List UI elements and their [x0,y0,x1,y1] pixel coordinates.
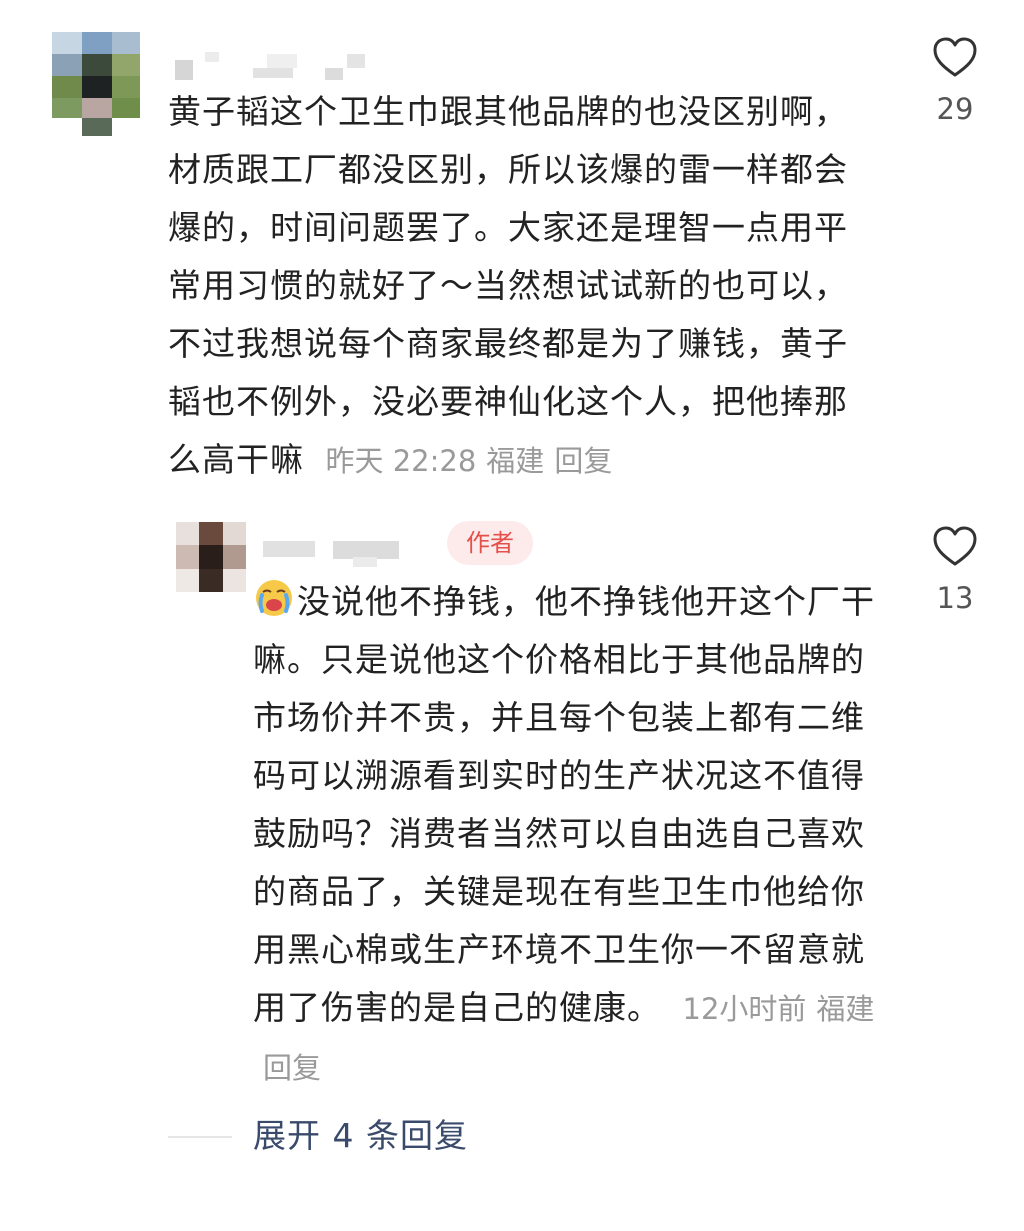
reply-body: 没说他不挣钱，他不挣钱他开这个厂干嘛。只是说他这个价格相比于其他品牌的市场价并不… [253,573,875,1097]
comment-like-count: 29 [936,92,974,126]
expand-divider [168,1136,232,1138]
author-badge: 作者 [447,521,533,565]
avatar-commenter[interactable] [52,32,140,136]
comment-like-button[interactable]: 29 [925,36,985,126]
reply-text: 没说他不挣钱，他不挣钱他开这个厂干嘛。只是说他这个价格相比于其他品牌的市场价并不… [253,582,875,1027]
comment-text: 黄子韬这个卫生巾跟其他品牌的也没区别啊，材质跟工厂都没区别，所以该爆的雷一样都会… [168,92,848,479]
avatar-author[interactable] [176,522,246,592]
heart-outline-icon [933,526,977,566]
comment-reply-button[interactable]: 回复 [554,444,612,478]
author-name-blurred[interactable] [263,537,408,567]
reply-like-count: 13 [936,581,974,615]
reply-like-button[interactable]: 13 [925,525,985,615]
expand-replies-button[interactable]: 展开 4 条回复 [253,1113,468,1159]
comment-body: 黄子韬这个卫生巾跟其他品牌的也没区别啊，材质跟工厂都没区别，所以该爆的雷一样都会… [168,83,868,490]
comment-time: 昨天 22:28 [325,444,477,478]
comment-location: 福建 [486,444,545,478]
reply-location: 福建 [816,992,875,1026]
crying-face-emoji [256,580,292,616]
comment-meta: 昨天 22:28 福建 回复 [316,444,613,478]
heart-outline-icon [933,37,977,77]
commenter-name-blurred[interactable] [175,48,390,82]
reply-reply-button[interactable]: 回复 [263,1051,321,1085]
reply-time: 12小时前 [682,992,807,1026]
